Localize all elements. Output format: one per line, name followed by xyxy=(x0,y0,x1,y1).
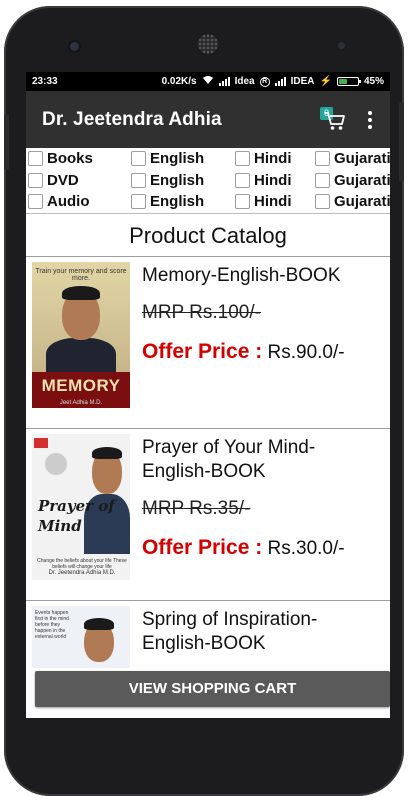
checkbox-icon[interactable] xyxy=(131,194,146,210)
product-info: Prayer of Your Mind-English-BOOK MRP Rs.… xyxy=(130,434,345,590)
carrier-1: Idea xyxy=(234,76,255,87)
product-offer-price: Offer Price : Rs.30.0/- xyxy=(142,536,345,560)
book-cover-image[interactable]: Events happen first in the mind before t… xyxy=(32,605,130,668)
roaming-icon: R xyxy=(259,76,270,87)
product-offer-price: Offer Price : Rs.90.0/- xyxy=(142,340,345,364)
shopping-cart-icon xyxy=(325,111,345,130)
carrier-2: IDEA xyxy=(290,76,315,87)
product-list[interactable]: Train your memory and score more. MEMORY… xyxy=(26,257,390,706)
product-info: Memory-English-BOOK MRP Rs.100/- Offer P… xyxy=(130,262,345,418)
checkbox-dvd[interactable]: DVD xyxy=(26,172,131,189)
checkbox-audio-gujarati[interactable]: Gujarati xyxy=(315,193,390,210)
checkbox-icon[interactable] xyxy=(315,151,330,167)
checkbox-dvd-gujarati[interactable]: Gujarati xyxy=(315,172,390,189)
checkbox-dvd-hindi[interactable]: Hindi xyxy=(235,172,315,189)
status-bar: 23:33 0.02K/s Idea R IDEA ⚡ 45% xyxy=(26,72,390,91)
checkbox-icon[interactable] xyxy=(131,151,146,167)
checkbox-books-english[interactable]: English xyxy=(131,150,235,167)
product-item[interactable]: Events happen first in the mind before t… xyxy=(26,601,390,671)
power-button xyxy=(399,102,404,182)
cover-text: Events happen first in the mind before t… xyxy=(35,609,69,640)
volume-button xyxy=(4,114,9,170)
charging-icon: ⚡ xyxy=(319,76,332,87)
cover-title: MEMORY xyxy=(41,375,121,395)
product-name: Prayer of Your Mind-English-BOOK xyxy=(142,436,316,482)
signal-icon-2 xyxy=(274,77,286,86)
checkbox-label: Audio xyxy=(47,193,90,211)
cover-tagline: Train your memory and score more. xyxy=(35,267,127,282)
product-name: Memory-English-BOOK xyxy=(142,264,341,286)
battery-icon xyxy=(336,77,361,86)
product-item[interactable]: Prayer of Mind Change the beliefs about y… xyxy=(26,429,390,601)
checkbox-label: Gujarati xyxy=(334,193,390,211)
screen: 23:33 0.02K/s Idea R IDEA ⚡ 45% Dr. Jeet… xyxy=(26,72,390,718)
cart-button[interactable]: 0 xyxy=(320,105,350,135)
product-mrp: MRP Rs.100/- xyxy=(142,301,261,323)
checkbox-icon[interactable] xyxy=(28,172,43,188)
checkbox-icon[interactable] xyxy=(131,172,146,188)
checkbox-label: Hindi xyxy=(254,193,292,211)
checkbox-icon[interactable] xyxy=(235,194,250,210)
checkbox-label: Hindi xyxy=(254,150,292,168)
more-vert-icon[interactable] xyxy=(364,107,376,133)
checkbox-icon[interactable] xyxy=(235,151,250,167)
filter-row-books: Books English Hindi Gujarati xyxy=(26,148,390,170)
proximity-sensor xyxy=(338,42,345,49)
checkbox-audio-english[interactable]: English xyxy=(131,193,235,210)
status-time: 23:33 xyxy=(32,76,58,87)
checkbox-icon[interactable] xyxy=(315,194,330,210)
checkbox-audio[interactable]: Audio xyxy=(26,193,131,210)
checkbox-label: English xyxy=(150,150,205,168)
battery-percent: 45% xyxy=(363,76,384,87)
cover-text: Change the beliefs about your life These… xyxy=(37,557,127,576)
checkbox-icon[interactable] xyxy=(235,172,250,188)
product-name: Spring of Inspiration-English-BOOK xyxy=(142,608,318,654)
offer-label: Offer Price : xyxy=(142,339,263,363)
checkbox-icon[interactable] xyxy=(315,172,330,188)
app-bar: Dr. Jeetendra Adhia 0 xyxy=(26,91,390,148)
checkbox-books-hindi[interactable]: Hindi xyxy=(235,150,315,167)
product-item[interactable]: Train your memory and score more. MEMORY… xyxy=(26,257,390,429)
filter-panel: Books English Hindi Gujarati DVD English… xyxy=(26,148,390,214)
checkbox-icon[interactable] xyxy=(28,194,43,210)
checkbox-label: Books xyxy=(47,150,93,168)
checkbox-audio-hindi[interactable]: Hindi xyxy=(235,193,315,210)
checkbox-label: English xyxy=(150,193,205,211)
book-cover-image[interactable]: Prayer of Mind Change the beliefs about y… xyxy=(32,433,130,580)
checkbox-books[interactable]: Books xyxy=(26,150,131,167)
checkbox-icon[interactable] xyxy=(28,151,43,167)
view-shopping-cart-button[interactable]: VIEW SHOPPING CART xyxy=(35,671,390,707)
checkbox-dvd-english[interactable]: English xyxy=(131,172,235,189)
cover-author: Jeet Adhia M.D. xyxy=(59,399,103,406)
checkbox-label: DVD xyxy=(47,171,79,189)
checkbox-books-gujarati[interactable]: Gujarati xyxy=(315,150,390,167)
cover-title: Prayer of Mind xyxy=(38,496,115,535)
product-mrp: MRP Rs.35/- xyxy=(142,497,251,519)
offer-label: Offer Price : xyxy=(142,535,263,559)
filter-row-dvd: DVD English Hindi Gujarati xyxy=(26,170,390,192)
checkbox-label: Hindi xyxy=(254,171,292,189)
checkbox-label: Gujarati xyxy=(334,150,390,168)
catalog-title: Product Catalog xyxy=(26,214,390,257)
wifi-icon xyxy=(202,75,214,88)
product-info: Spring of Inspiration-English-BOOK xyxy=(130,606,342,661)
offer-value: Rs.30.0/- xyxy=(267,537,345,559)
book-cover-image[interactable]: Train your memory and score more. MEMORY… xyxy=(32,261,130,408)
earpiece-speaker xyxy=(198,34,218,54)
checkbox-label: English xyxy=(150,171,205,189)
signal-icon xyxy=(218,77,230,86)
offer-value: Rs.90.0/- xyxy=(267,341,345,363)
checkbox-label: Gujarati xyxy=(334,171,390,189)
front-camera xyxy=(70,42,79,51)
app-title: Dr. Jeetendra Adhia xyxy=(42,108,222,130)
network-speed: 0.02K/s xyxy=(161,76,197,87)
filter-row-audio: Audio English Hindi Gujarati xyxy=(26,191,390,213)
phone-frame: 23:33 0.02K/s Idea R IDEA ⚡ 45% Dr. Jeet… xyxy=(4,6,404,796)
